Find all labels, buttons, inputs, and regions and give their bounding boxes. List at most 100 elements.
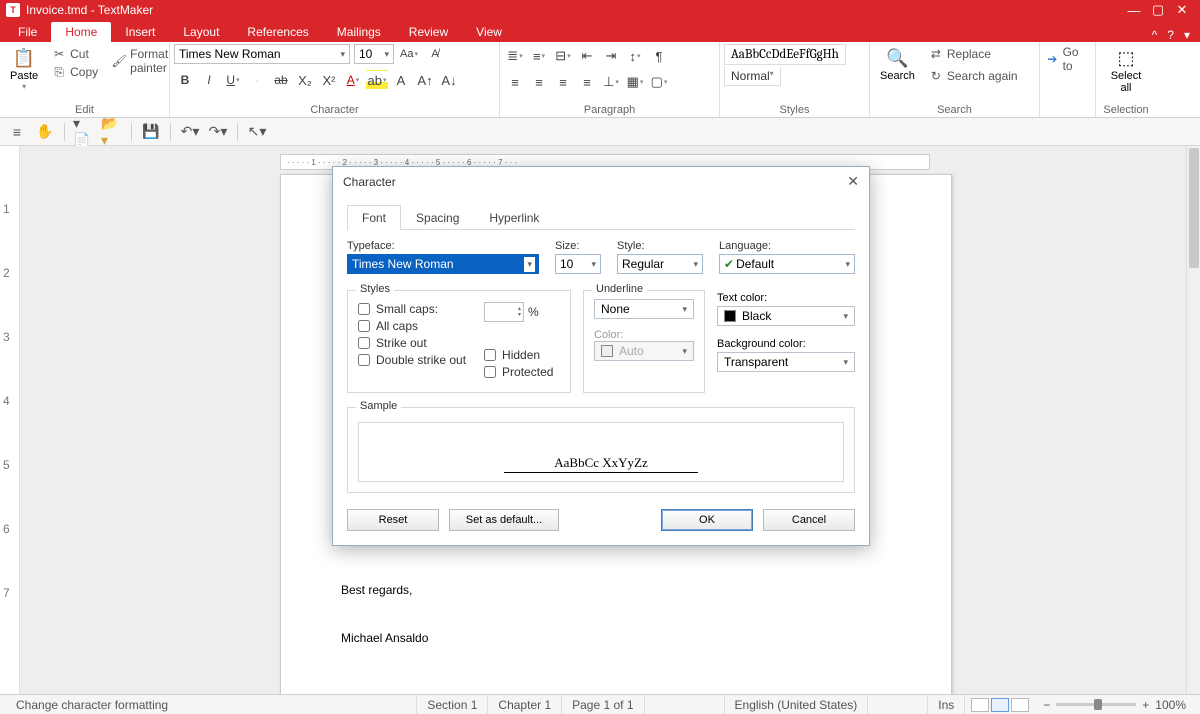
cut-button[interactable]: ✂Cut <box>50 46 100 62</box>
status-page[interactable]: Page 1 of 1 <box>562 695 644 714</box>
textcolor-select[interactable]: Black <box>717 306 855 326</box>
borders-button[interactable]: ▢ <box>648 72 670 92</box>
copy-button[interactable]: ⎘Copy <box>50 64 100 80</box>
qa-undo-icon[interactable]: ↶▾ <box>179 121 201 143</box>
chk-protected[interactable]: Protected <box>484 365 553 379</box>
grow-font-button[interactable]: A↑ <box>414 70 436 90</box>
qa-redo-icon[interactable]: ↷▾ <box>207 121 229 143</box>
titlebar: T Invoice.tmd - TextMaker — ▢ ✕ <box>0 0 1200 20</box>
bold-button[interactable]: B <box>174 70 196 90</box>
tab-layout[interactable]: Layout <box>169 22 233 42</box>
underline-select[interactable]: None <box>594 299 694 319</box>
view-layout-button[interactable] <box>991 698 1009 712</box>
minimize-button[interactable]: — <box>1122 3 1146 18</box>
maximize-button[interactable]: ▢ <box>1146 2 1170 18</box>
qa-cursor-icon[interactable]: ↖▾ <box>246 121 268 143</box>
shading-button[interactable]: ▦ <box>624 72 646 92</box>
chk-dstrike[interactable]: Double strike out <box>358 353 466 367</box>
status-chapter[interactable]: Chapter 1 <box>488 695 562 714</box>
numbering-button[interactable]: ≡ <box>528 46 550 66</box>
dialog-tab-spacing[interactable]: Spacing <box>401 205 474 230</box>
view-outline-button[interactable] <box>1011 698 1029 712</box>
zoom-slider[interactable] <box>1056 703 1136 706</box>
status-section[interactable]: Section 1 <box>417 695 488 714</box>
close-button[interactable]: ✕ <box>1170 2 1194 18</box>
clear-format-button[interactable]: A̸ <box>424 44 446 64</box>
tab-insert[interactable]: Insert <box>111 22 169 42</box>
zoom-value[interactable]: 100% <box>1155 698 1186 712</box>
format-painter-button[interactable]: 🖌Format painter <box>110 46 170 76</box>
style-input[interactable]: Regular <box>617 254 703 274</box>
tab-view[interactable]: View <box>462 22 516 42</box>
smallcaps-pct-input[interactable] <box>484 302 524 322</box>
bullets-button[interactable]: ≣ <box>504 46 526 66</box>
reset-button[interactable]: Reset <box>347 509 439 531</box>
align-left-button[interactable]: ≡ <box>504 72 526 92</box>
chk-allcaps[interactable]: All caps <box>358 319 466 333</box>
view-normal-button[interactable] <box>971 698 989 712</box>
style-name[interactable]: Normal▾ <box>724 67 781 86</box>
pilcrow-button[interactable]: ¶ <box>648 46 670 66</box>
style-preview[interactable]: AaBbCcDdEeFfGgHh <box>724 44 846 65</box>
qa-outline-icon[interactable]: ≡ <box>6 121 28 143</box>
status-ins[interactable]: Ins <box>928 695 965 714</box>
paste-button[interactable]: 📋 Paste ▾ <box>4 44 44 93</box>
search-again-button[interactable]: ↻Search again <box>927 68 1020 84</box>
tabs-button[interactable]: ⊥ <box>600 72 622 92</box>
underline-button[interactable]: U <box>222 70 244 90</box>
tab-file[interactable]: File <box>4 22 51 42</box>
scrollbar-thumb[interactable] <box>1189 148 1199 268</box>
replace-button[interactable]: ⇄Replace <box>927 46 1020 62</box>
language-input[interactable]: ✔Default <box>719 254 855 274</box>
set-default-button[interactable]: Set as default... <box>449 509 559 531</box>
dialog-tab-font[interactable]: Font <box>347 205 401 230</box>
italic-button[interactable]: I <box>198 70 220 90</box>
search-button[interactable]: 🔍 Search <box>874 44 921 84</box>
size-input[interactable]: 10 <box>555 254 601 274</box>
shrink-font-button[interactable]: A↓ <box>438 70 460 90</box>
ok-button[interactable]: OK <box>661 509 753 531</box>
font-color-button[interactable]: A <box>342 70 364 90</box>
tab-mailings[interactable]: Mailings <box>323 22 395 42</box>
typeface-input[interactable]: Times New Roman <box>347 254 539 274</box>
subscript-button[interactable]: X₂ <box>294 70 316 90</box>
font-name-combo[interactable]: Times New Roman <box>174 44 350 64</box>
dec-indent-button[interactable]: ⇤ <box>576 46 598 66</box>
align-center-button[interactable]: ≡ <box>528 72 550 92</box>
tab-review[interactable]: Review <box>395 22 462 42</box>
vertical-scrollbar[interactable] <box>1186 146 1200 694</box>
tab-references[interactable]: References <box>233 22 322 42</box>
help-icon[interactable]: ? <box>1167 28 1174 42</box>
zoom-out-button[interactable]: − <box>1043 698 1050 712</box>
status-language[interactable]: English (United States) <box>725 695 869 714</box>
qa-open-icon[interactable]: 📂▾ <box>101 121 123 143</box>
tab-home[interactable]: Home <box>51 22 111 42</box>
goto-button[interactable]: ➔Go to <box>1044 44 1091 74</box>
highlight-button[interactable]: ab <box>366 70 388 90</box>
align-justify-button[interactable]: ≡ <box>576 72 598 92</box>
superscript-button[interactable]: X² <box>318 70 340 90</box>
qa-new-icon[interactable]: ▾📄 <box>73 121 95 143</box>
dialog-close-button[interactable]: ✕ <box>847 173 859 190</box>
select-all-button[interactable]: ⬚ Select all <box>1105 44 1148 96</box>
ribbon-minimize-icon[interactable]: ^ <box>1152 28 1158 42</box>
ribbon-menu-icon[interactable]: ▾ <box>1184 28 1190 42</box>
change-case-button[interactable]: Aa <box>398 44 420 64</box>
chk-smallcaps[interactable]: Small caps: <box>358 302 466 316</box>
char-dialog-button[interactable]: A <box>390 70 412 90</box>
zoom-in-button[interactable]: + <box>1142 698 1149 712</box>
chk-hidden[interactable]: Hidden <box>484 348 553 362</box>
align-right-button[interactable]: ≡ <box>552 72 574 92</box>
qa-hand-icon[interactable]: ✋ <box>34 121 56 143</box>
qa-save-icon[interactable]: 💾 <box>140 121 162 143</box>
multilevel-button[interactable]: ⊟ <box>552 46 574 66</box>
strike-button[interactable]: ab <box>270 70 292 90</box>
copy-icon: ⎘ <box>52 65 66 79</box>
font-size-combo[interactable]: 10 <box>354 44 394 64</box>
dialog-tab-hyperlink[interactable]: Hyperlink <box>474 205 554 230</box>
chk-strike[interactable]: Strike out <box>358 336 466 350</box>
cancel-button[interactable]: Cancel <box>763 509 855 531</box>
inc-indent-button[interactable]: ⇥ <box>600 46 622 66</box>
bgcolor-select[interactable]: Transparent <box>717 352 855 372</box>
line-spacing-button[interactable]: ↕ <box>624 46 646 66</box>
